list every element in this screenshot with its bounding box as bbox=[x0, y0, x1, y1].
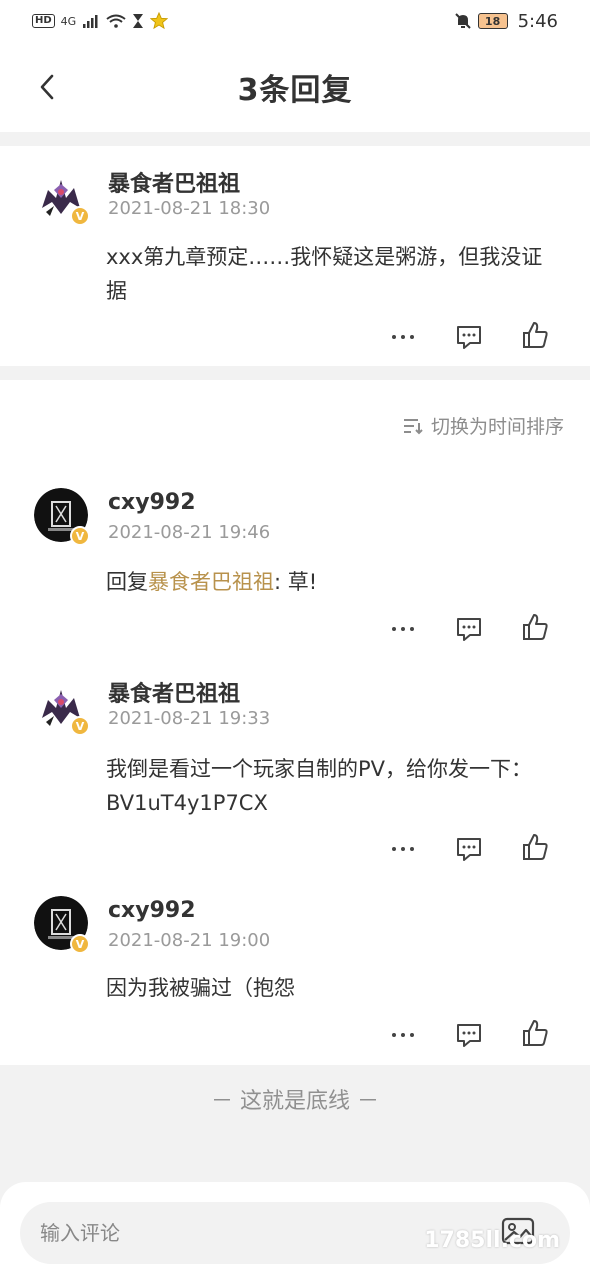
thumbs-up-icon bbox=[523, 834, 548, 860]
network-type: 4G bbox=[60, 14, 77, 28]
back-button[interactable] bbox=[30, 70, 64, 104]
wifi-icon bbox=[106, 14, 126, 28]
vip-badge: V bbox=[70, 934, 90, 954]
divider-band bbox=[0, 366, 590, 380]
thumbs-up-icon bbox=[523, 1020, 548, 1046]
more-button[interactable] bbox=[390, 836, 416, 862]
sort-toggle-label: 切换为时间排序 bbox=[430, 416, 564, 438]
reply-text: 我倒是看过一个玩家自制的PV，给你发一下：BV1uT4y1P7CX bbox=[106, 757, 533, 815]
comment-bubble-icon bbox=[457, 838, 481, 861]
page-title: 3条回复 bbox=[237, 73, 353, 108]
divider-band bbox=[0, 132, 590, 146]
main-comment: V 暴食者巴祖祖 2021-08-21 18:30 xxx第九章预定……我怀疑这… bbox=[0, 146, 590, 366]
signal-icon bbox=[83, 15, 98, 28]
comment-username[interactable]: 暴食者巴祖祖 bbox=[108, 166, 240, 198]
reply-item: V 暴食者巴祖祖 2021-08-21 19:33 我倒是看过一个玩家自制的PV… bbox=[0, 660, 590, 880]
reply-timestamp: 2021-08-21 19:00 bbox=[108, 930, 271, 951]
sort-icon bbox=[403, 418, 423, 434]
reply-username[interactable]: cxy992 bbox=[108, 898, 196, 923]
comment-bubble-icon bbox=[457, 326, 481, 349]
star-icon bbox=[150, 12, 169, 30]
comment-timestamp: 2021-08-21 18:30 bbox=[108, 198, 271, 219]
reply-button[interactable] bbox=[454, 1020, 484, 1050]
more-button[interactable] bbox=[390, 324, 416, 350]
mute-bell-icon bbox=[454, 13, 471, 29]
header: 3条回复 bbox=[0, 42, 590, 132]
vip-badge: V bbox=[70, 716, 90, 736]
reply-prefix: 回复 bbox=[106, 570, 148, 594]
avatar[interactable]: V bbox=[34, 168, 90, 226]
watermark-text: 1785ll.com bbox=[424, 1228, 560, 1253]
end-of-list-text: － 这就是底线 － bbox=[211, 1089, 379, 1114]
comment-bubble-icon bbox=[457, 618, 481, 641]
vip-badge: V bbox=[70, 206, 90, 226]
like-button[interactable] bbox=[520, 832, 550, 862]
reply-button[interactable] bbox=[454, 834, 484, 864]
clock: 5:46 bbox=[517, 10, 558, 32]
more-dots-icon bbox=[392, 627, 414, 631]
vip-badge: V bbox=[70, 526, 90, 546]
reply-username[interactable]: cxy992 bbox=[108, 490, 196, 515]
status-bar: HD 4G 18 5:46 bbox=[0, 0, 590, 42]
reply-timestamp: 2021-08-21 19:46 bbox=[108, 522, 271, 543]
avatar[interactable]: V bbox=[34, 678, 90, 736]
sort-toggle-button[interactable]: 切换为时间排序 bbox=[403, 412, 564, 439]
comment-actions bbox=[390, 318, 590, 358]
comment-bubble-icon bbox=[457, 1024, 481, 1047]
chevron-left-icon bbox=[40, 74, 54, 100]
thumbs-up-icon bbox=[523, 614, 548, 640]
hourglass-icon bbox=[133, 14, 144, 28]
reply-to-user-link[interactable]: 暴食者巴祖祖 bbox=[148, 570, 274, 594]
status-right: 18 5:46 bbox=[454, 11, 558, 32]
reply-actions bbox=[390, 1016, 590, 1056]
more-dots-icon bbox=[392, 335, 414, 339]
hd-badge: HD bbox=[32, 14, 55, 28]
more-dots-icon bbox=[392, 847, 414, 851]
more-button[interactable] bbox=[390, 1022, 416, 1048]
reply-actions bbox=[390, 830, 590, 870]
reply-actions bbox=[390, 610, 590, 650]
like-button[interactable] bbox=[520, 320, 550, 350]
reply-timestamp: 2021-08-21 19:33 bbox=[108, 708, 271, 729]
like-button[interactable] bbox=[520, 1018, 550, 1048]
comment-text: xxx第九章预定……我怀疑这是粥游，但我没证据 bbox=[106, 245, 543, 303]
more-dots-icon bbox=[392, 1033, 414, 1037]
like-button[interactable] bbox=[520, 612, 550, 642]
avatar[interactable]: V bbox=[34, 488, 90, 546]
reply-text: 回复暴食者巴祖祖: 草! bbox=[106, 565, 561, 599]
reply-username[interactable]: 暴食者巴祖祖 bbox=[108, 676, 240, 708]
reply-text: 因为我被骗过（抱怨 bbox=[106, 976, 295, 1000]
battery-level: 18 bbox=[477, 13, 508, 29]
thumbs-up-icon bbox=[523, 322, 548, 348]
reply-item: V cxy992 2021-08-21 19:46 回复暴食者巴祖祖: 草! bbox=[0, 470, 590, 660]
reply-button[interactable] bbox=[454, 614, 484, 644]
reply-body: : 草! bbox=[274, 570, 318, 594]
reply-button[interactable] bbox=[454, 322, 484, 352]
more-button[interactable] bbox=[390, 616, 416, 642]
reply-item: V cxy992 2021-08-21 19:00 因为我被骗过（抱怨 bbox=[0, 880, 590, 1065]
avatar[interactable]: V bbox=[34, 896, 90, 954]
status-left: HD 4G bbox=[32, 12, 169, 30]
